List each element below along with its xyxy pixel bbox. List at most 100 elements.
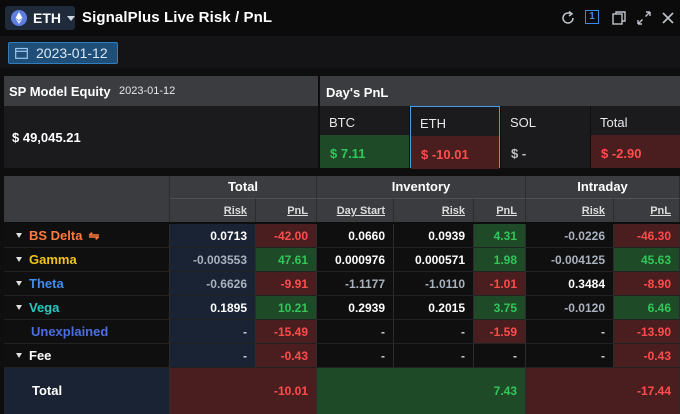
column-group-inventory: Inventory xyxy=(317,176,526,198)
expand-icon[interactable] xyxy=(636,10,652,26)
table-cell: - xyxy=(317,344,394,368)
chevron-down-icon xyxy=(67,15,75,21)
pnl-card-total[interactable]: Total $ -2.90 xyxy=(591,106,680,168)
equity-value-box: $ 49,045.21 xyxy=(4,106,318,168)
table-cell: -42.00 xyxy=(256,224,317,248)
table-cell: - xyxy=(526,344,614,368)
table-cell: - xyxy=(394,320,474,344)
column-header-risk[interactable]: Risk xyxy=(394,198,474,222)
table-cell: 1.98 xyxy=(474,248,526,272)
pnl-card-btc[interactable]: BTC $ 7.11 xyxy=(320,106,409,168)
table-cell: - xyxy=(474,344,526,368)
pnl-card-label: SOL xyxy=(510,115,537,130)
row-label-text: Vega xyxy=(29,300,60,315)
column-header-pnl[interactable]: PnL xyxy=(256,198,317,222)
table-cell: 0.3484 xyxy=(526,272,614,296)
table-cell: 0.000571 xyxy=(394,248,474,272)
total-cell-inventory: 7.43 xyxy=(317,368,526,414)
table-cell: -1.01 xyxy=(474,272,526,296)
close-icon[interactable] xyxy=(660,10,676,26)
table-cell: 45.63 xyxy=(614,248,680,272)
row-label-text: BS Delta xyxy=(29,228,83,243)
column-header-risk[interactable]: Risk xyxy=(526,198,614,222)
expand-caret-icon[interactable] xyxy=(16,257,22,263)
risk-pnl-table: Total Inventory Intraday Risk PnL Day Start Ri… xyxy=(4,176,680,414)
row-label-gamma[interactable]: Gamma xyxy=(4,248,170,272)
pnl-card-value: $ 7.11 xyxy=(330,146,366,161)
equity-header: SP Model Equity 2023-01-12 xyxy=(4,76,318,106)
equity-value: $ 49,045.21 xyxy=(12,130,81,145)
header-blank xyxy=(4,176,170,222)
expand-caret-icon[interactable] xyxy=(16,305,22,311)
pnl-card-value: $ - xyxy=(511,146,527,161)
table-cell: 0.1895 xyxy=(170,296,256,320)
pnl-card-label: BTC xyxy=(329,115,355,130)
expand-caret-icon[interactable] xyxy=(16,353,22,359)
duplicate-icon[interactable] xyxy=(611,10,627,26)
table-cell: -0.003553 xyxy=(170,248,256,272)
pnl-card-eth[interactable]: ETH $ -10.01 xyxy=(410,106,500,169)
window-title: SignalPlus Live Risk / PnL xyxy=(82,9,273,26)
table-cell: -0.004125 xyxy=(526,248,614,272)
table-cell: -1.0110 xyxy=(394,272,474,296)
date-picker[interactable]: 2023-01-12 xyxy=(8,42,118,64)
table-cell: 0.0660 xyxy=(317,224,394,248)
table-cell: 0.2939 xyxy=(317,296,394,320)
table-cell: - xyxy=(317,320,394,344)
table-cell: - xyxy=(394,344,474,368)
swap-icon[interactable]: ⇋ xyxy=(88,228,99,243)
table-cell: 0.0713 xyxy=(170,224,256,248)
column-header-risk[interactable]: Risk xyxy=(170,198,256,222)
table-cell: -13.90 xyxy=(614,320,680,344)
column-header-pnl[interactable]: PnL xyxy=(614,198,680,222)
table-cell: 6.46 xyxy=(614,296,680,320)
table-cell: -9.91 xyxy=(256,272,317,296)
table-cell: -8.90 xyxy=(614,272,680,296)
table-cell: -46.30 xyxy=(614,224,680,248)
row-label-text: Unexplained xyxy=(31,324,109,339)
days-pnl-label: Day's PnL xyxy=(326,85,389,100)
row-label-theta[interactable]: Theta xyxy=(4,272,170,296)
date-value: 2023-01-12 xyxy=(36,45,108,61)
pnl-card-label: ETH xyxy=(420,116,446,131)
column-header-pnl[interactable]: PnL xyxy=(474,198,526,222)
total-cell-total: -10.01 xyxy=(170,368,317,414)
column-group-intraday: Intraday xyxy=(526,176,680,198)
equity-date: 2023-01-12 xyxy=(119,85,176,97)
table-cell: 4.31 xyxy=(474,224,526,248)
table-cell: -0.6626 xyxy=(170,272,256,296)
calendar-icon xyxy=(15,47,28,59)
window-number-icon[interactable]: 1 xyxy=(585,10,599,24)
expand-caret-icon[interactable] xyxy=(16,233,22,239)
table-cell: 0.0939 xyxy=(394,224,474,248)
table-cell: -1.59 xyxy=(474,320,526,344)
asset-selector[interactable]: ETH xyxy=(5,6,75,30)
table-cell: -0.0120 xyxy=(526,296,614,320)
total-row-label: Total xyxy=(4,368,170,414)
row-label-text: Gamma xyxy=(29,252,77,267)
refresh-icon[interactable] xyxy=(560,10,576,26)
table-cell: - xyxy=(170,344,256,368)
table-cell: -0.43 xyxy=(614,344,680,368)
ethereum-icon xyxy=(11,10,27,26)
table-cell: - xyxy=(170,320,256,344)
table-cell: 3.75 xyxy=(474,296,526,320)
row-label-bs delta[interactable]: BS Delta ⇋ xyxy=(4,224,170,248)
table-cell: 0.000976 xyxy=(317,248,394,272)
pnl-card-value: $ -2.90 xyxy=(601,146,642,161)
summary-panel: SP Model Equity 2023-01-12 Day's PnL $ 4… xyxy=(4,76,680,169)
row-label-unexplained[interactable]: Unexplained xyxy=(4,320,170,344)
table-cell: 0.2015 xyxy=(394,296,474,320)
row-label-fee[interactable]: Fee xyxy=(4,344,170,368)
days-pnl-header: Day's PnL xyxy=(320,76,680,106)
column-header-day-start[interactable]: Day Start xyxy=(317,198,394,222)
row-label-text: Theta xyxy=(29,276,64,291)
table-cell: -0.43 xyxy=(256,344,317,368)
table-cell: - xyxy=(526,320,614,344)
pnl-card-value: $ -10.01 xyxy=(421,147,469,162)
pnl-card-sol[interactable]: SOL $ - xyxy=(501,106,590,168)
pnl-card-label: Total xyxy=(600,115,628,130)
row-label-vega[interactable]: Vega xyxy=(4,296,170,320)
table-cell: -0.0226 xyxy=(526,224,614,248)
expand-caret-icon[interactable] xyxy=(16,281,22,287)
